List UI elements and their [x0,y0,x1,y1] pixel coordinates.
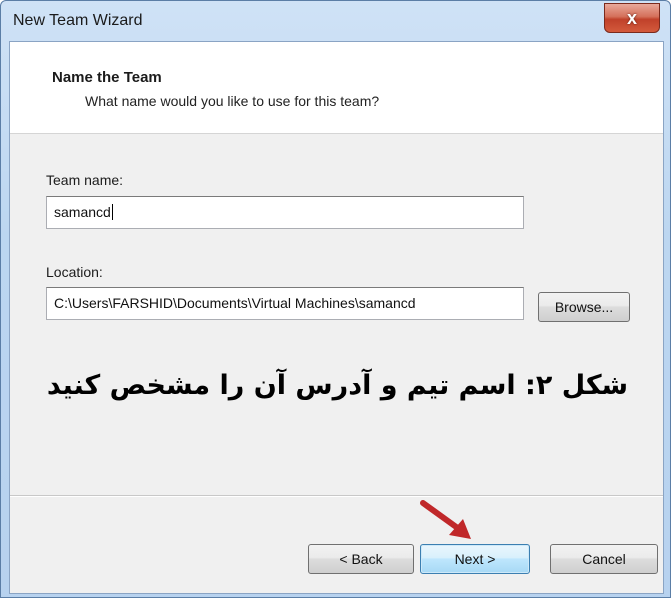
close-icon: x [626,7,637,28]
figure-caption: شکل ۲: اسم تیم و آدرس آن را مشخص کنید [46,370,629,401]
arrow-shaft [420,500,462,532]
location-label: Location: [46,264,103,280]
browse-button[interactable]: Browse... [538,292,630,322]
page-title: Name the Team [52,69,162,86]
close-button[interactable]: x [604,3,660,33]
next-button[interactable]: Next > [420,544,530,574]
cancel-button[interactable]: Cancel [550,544,658,574]
title-bar[interactable]: New Team Wizard x [1,1,670,41]
location-input[interactable]: C:\Users\FARSHID\Documents\Virtual Machi… [46,287,524,320]
team-name-input[interactable]: samancd [46,196,524,229]
footer-separator [10,495,663,497]
wizard-body: Name the Team What name would you like t… [9,41,664,594]
wizard-header: Name the Team What name would you like t… [10,42,663,134]
wizard-window: New Team Wizard x Name the Team What nam… [0,0,671,598]
window-title: New Team Wizard [13,12,143,29]
back-button[interactable]: < Back [308,544,414,574]
team-name-value: samancd [54,204,111,220]
location-value: C:\Users\FARSHID\Documents\Virtual Machi… [54,295,416,311]
text-caret [111,204,113,220]
team-name-label: Team name: [46,172,124,188]
page-subtitle: What name would you like to use for this… [85,93,380,109]
red-arrow-icon [420,500,471,539]
